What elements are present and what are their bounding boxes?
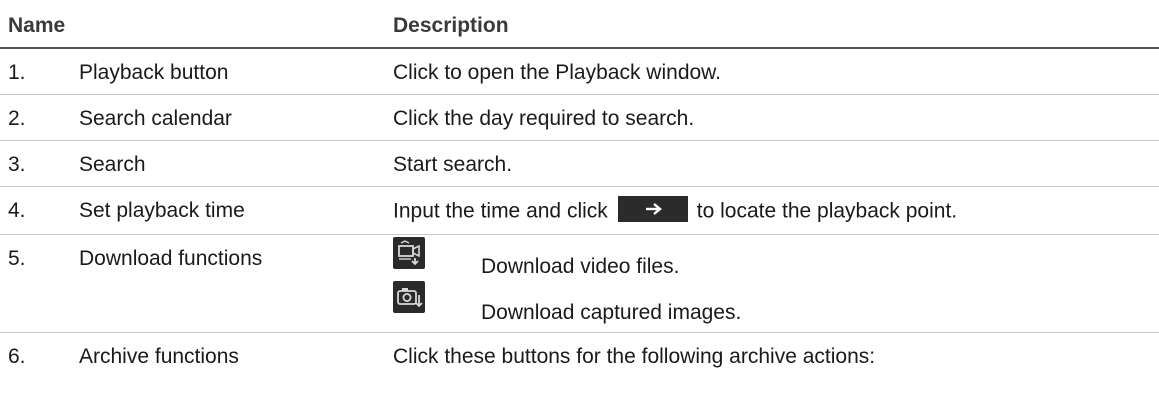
row-name: Playback button bbox=[79, 61, 229, 84]
header-description: Description bbox=[393, 14, 509, 37]
download-image-text: Download captured images. bbox=[481, 301, 742, 324]
row-number: 1. bbox=[8, 61, 26, 84]
header-name: Name bbox=[8, 14, 66, 37]
row-description: Click to open the Playback window. bbox=[393, 61, 722, 84]
row-name: Search bbox=[79, 153, 146, 176]
row-name: Archive functions bbox=[79, 345, 239, 368]
download-image-icon bbox=[393, 281, 425, 313]
desc-after: to locate the playback point. bbox=[696, 199, 958, 223]
table-row: 2. Search calendar Click the day require… bbox=[0, 95, 1159, 141]
table-row: 4. Set playback time Input the time and … bbox=[0, 187, 1159, 235]
row-name: Set playback time bbox=[79, 199, 245, 222]
row-number: 3. bbox=[8, 153, 26, 176]
table-header: Name Description bbox=[0, 0, 1159, 49]
row-number: 6. bbox=[8, 345, 26, 368]
arrow-right-icon bbox=[617, 196, 688, 222]
row-description: Click the day required to search. bbox=[393, 107, 695, 130]
table-row: 5. Download functions Download video fil… bbox=[0, 235, 1159, 333]
download-video-text: Download video files. bbox=[481, 255, 680, 278]
row-description: Start search. bbox=[393, 153, 513, 176]
row-number: 4. bbox=[8, 199, 26, 222]
function-table: Name Description 1. Playback button Clic… bbox=[0, 0, 1159, 393]
row-number: 2. bbox=[8, 107, 26, 130]
row-name: Search calendar bbox=[79, 107, 232, 130]
row-name: Download functions bbox=[79, 247, 263, 270]
desc-before: Input the time and click bbox=[393, 199, 608, 223]
row-number: 5. bbox=[8, 247, 26, 270]
table-row: 1. Playback button Click to open the Pla… bbox=[0, 49, 1159, 95]
table-row: 3. Search Start search. bbox=[0, 141, 1159, 187]
row-description: Input the time and click to locate the pl… bbox=[393, 196, 958, 225]
table-row: 6. Archive functions Click these buttons… bbox=[0, 333, 1159, 393]
row-description: Click these buttons for the following ar… bbox=[393, 345, 876, 368]
download-video-icon bbox=[393, 237, 425, 269]
